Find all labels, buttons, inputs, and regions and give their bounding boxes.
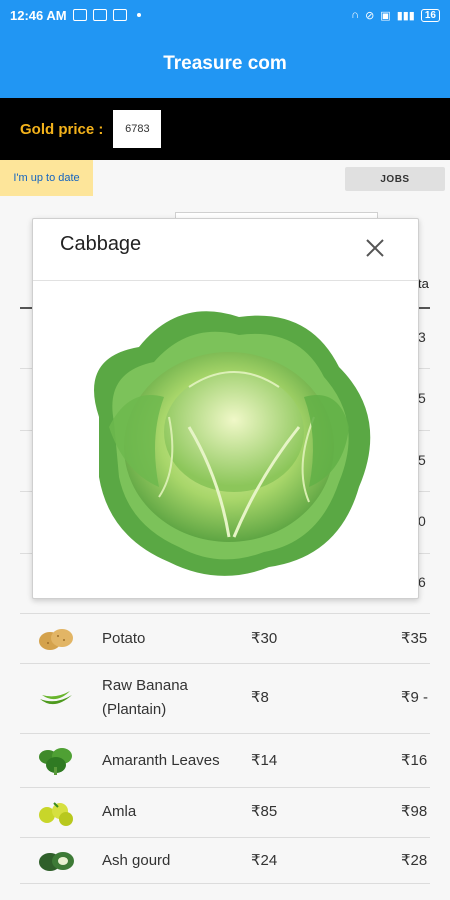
potato-icon — [39, 628, 73, 650]
app-title: Treasure com — [163, 53, 287, 74]
battery-icon: 16 — [420, 8, 440, 22]
item-price-min: ₹24 — [251, 852, 278, 869]
item-price-min: ₹85 — [251, 803, 278, 820]
hidden-row-price-peek: 6 — [418, 574, 426, 590]
hidden-row-price-peek: 5 — [418, 452, 426, 468]
item-price-min: ₹30 — [251, 630, 278, 647]
table-row[interactable]: Amaranth Leaves ₹14 ₹16 — [20, 734, 430, 788]
cabbage-image — [94, 311, 371, 576]
item-name: Amaranth Leaves — [102, 752, 220, 769]
ash-gourd-icon — [39, 851, 74, 871]
item-price-min: ₹14 — [251, 752, 278, 769]
item-price-max: ₹35 — [401, 630, 428, 647]
dialog-title: Cabbage — [60, 233, 142, 255]
item-name: Raw Banana (Plantain) — [102, 677, 188, 718]
dialog-header: Cabbage — [33, 219, 418, 281]
message-icon — [92, 9, 107, 21]
item-name: Potato — [102, 630, 146, 647]
message-icon — [72, 9, 87, 21]
item-price-max: ₹9 - — [401, 689, 429, 706]
item-price-min: ₹8 — [251, 689, 269, 706]
gold-price-label: Gold price : — [20, 120, 104, 138]
table-row[interactable]: Potato ₹30 ₹35 — [20, 614, 430, 664]
app-bar: Treasure com — [0, 30, 450, 98]
up-to-date-button[interactable]: I'm up to date — [0, 160, 93, 196]
volte-icon: ▣ — [380, 9, 391, 22]
status-bar: 12:46 AM ∩ ⊘ ▣ ▮▮▮ 16 — [0, 0, 450, 30]
item-price-max: ₹16 — [401, 752, 428, 769]
gold-price-bar: Gold price : 6783 — [0, 98, 450, 160]
item-price-max: ₹98 — [401, 803, 428, 820]
hidden-row-price-peek: 3 — [418, 329, 426, 345]
item-preview-dialog: Cabbage — [32, 218, 419, 599]
raw-banana-icon — [40, 690, 72, 704]
signal-icon: ▮▮▮ — [396, 9, 415, 22]
item-name: Amla — [102, 803, 137, 820]
item-name: Ash gourd — [102, 852, 171, 869]
hidden-row-price-peek: 5 — [418, 390, 426, 406]
table-row[interactable]: Raw Banana (Plantain) ₹8 ₹9 - — [20, 664, 430, 734]
close-icon[interactable] — [360, 233, 390, 263]
headset-icon: ∩ — [351, 9, 360, 21]
column-header-peek: ta — [418, 276, 429, 291]
jobs-button[interactable]: JOBS — [345, 167, 445, 191]
item-price-max: ₹28 — [401, 852, 428, 869]
status-time: 12:46 AM — [10, 7, 67, 23]
table-row[interactable]: Ash gourd ₹24 ₹28 — [20, 838, 430, 884]
gold-price-value: 6783 — [113, 110, 162, 148]
table-row[interactable]: Amla ₹85 ₹98 — [20, 788, 430, 838]
image-icon — [112, 9, 127, 21]
amla-icon — [39, 801, 73, 826]
hidden-row-price-peek: 0 — [418, 513, 426, 529]
amaranth-leaves-icon — [39, 747, 72, 775]
mute-icon: ⊘ — [365, 9, 375, 22]
notification-dot-icon — [136, 13, 141, 17]
